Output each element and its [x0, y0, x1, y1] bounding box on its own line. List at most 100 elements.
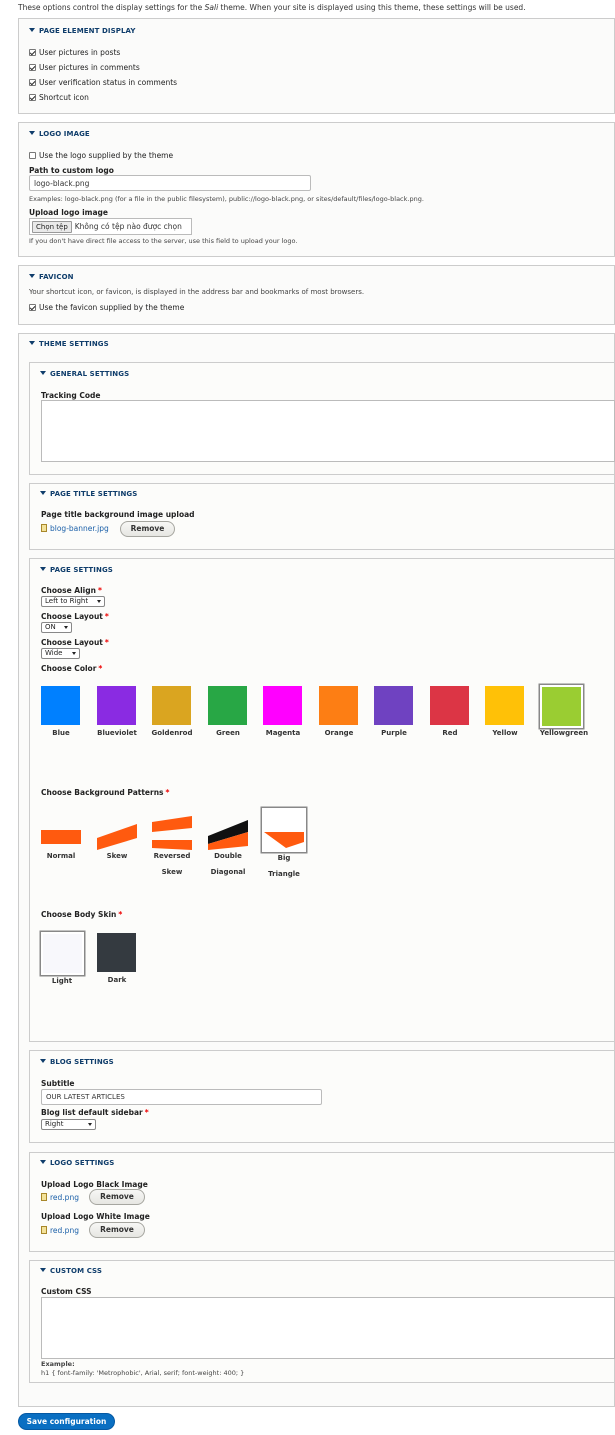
choose-align-label: Choose Align *: [41, 586, 102, 595]
color-swatch-purple[interactable]: [374, 686, 413, 725]
color-caption-yellow: Yellow: [492, 729, 518, 737]
color-swatch-yellow[interactable]: [485, 686, 524, 725]
color-caption-purple: Purple: [381, 729, 407, 737]
subtitle-input[interactable]: OUR LATEST ARTICLES: [41, 1089, 322, 1105]
pattern-reversed-skew[interactable]: [152, 810, 192, 850]
choose-layout-select[interactable]: ON: [41, 622, 72, 633]
upload-logo-label: Upload logo image: [29, 208, 108, 217]
checkbox-user-pictures-comments[interactable]: User pictures in comments: [29, 63, 140, 72]
choose-color-label: Choose Color *: [41, 664, 103, 673]
pattern-double-diagonal[interactable]: [208, 810, 248, 850]
collapse-triangle-icon: [29, 28, 35, 32]
collapse-triangle-icon: [40, 371, 46, 375]
required-marker: *: [118, 910, 123, 919]
color-swatch-magenta[interactable]: [263, 686, 302, 725]
file-icon: [41, 1193, 47, 1201]
collapse-triangle-icon: [29, 341, 35, 345]
skin-caption-light: Light: [51, 977, 73, 985]
theme-name: Sali: [204, 3, 219, 12]
pattern-normal[interactable]: [41, 810, 81, 850]
color-caption-green: Green: [216, 729, 240, 737]
custom-css-label: Custom CSS: [41, 1287, 92, 1296]
checkbox-icon[interactable]: [29, 64, 36, 71]
tracking-code-label: Tracking Code: [41, 391, 101, 400]
logo-image-legend[interactable]: LOGO IMAGE: [29, 130, 90, 138]
logo-path-label: Path to custom logo: [29, 166, 114, 175]
custom-css-textarea[interactable]: [41, 1297, 615, 1359]
favicon-legend[interactable]: FAVICON: [29, 273, 74, 281]
page-title-settings-legend[interactable]: PAGE TITLE SETTINGS: [40, 490, 137, 498]
upload-logo-file-input[interactable]: Chọn tệp Không có tệp nào được chọn: [29, 218, 192, 235]
blog-sidebar-select[interactable]: Right: [41, 1119, 96, 1130]
favicon-description: Your shortcut icon, or favicon, is displ…: [29, 288, 365, 296]
checkbox-use-default-logo[interactable]: Use the logo supplied by the theme: [29, 151, 173, 160]
choose-layout-width-label: Choose Layout *: [41, 638, 109, 647]
skin-swatch-dark[interactable]: [97, 933, 136, 972]
checkbox-icon[interactable]: [29, 79, 36, 86]
required-marker: *: [165, 788, 170, 797]
color-caption-goldenrod: Goldenrod: [151, 729, 193, 737]
choose-layout-label: Choose Layout *: [41, 612, 109, 621]
logo-path-input[interactable]: logo-black.png: [29, 175, 311, 191]
logo-black-file-link[interactable]: red.png: [41, 1193, 79, 1202]
checkbox-icon[interactable]: [29, 152, 36, 159]
collapse-triangle-icon: [40, 491, 46, 495]
color-swatch-blueviolet[interactable]: [97, 686, 136, 725]
choose-align-select[interactable]: Left to Right: [41, 596, 105, 607]
checkbox-icon[interactable]: [29, 49, 36, 56]
custom-css-legend[interactable]: CUSTOM CSS: [40, 1267, 102, 1275]
blog-settings-legend[interactable]: BLOG SETTINGS: [40, 1058, 114, 1066]
logo-white-remove-button[interactable]: Remove: [89, 1222, 145, 1238]
collapse-triangle-icon: [40, 1268, 46, 1272]
logo-white-file-link[interactable]: red.png: [41, 1226, 79, 1235]
choose-patterns-label: Choose Background Patterns *: [41, 788, 170, 797]
logo-settings-legend[interactable]: LOGO SETTINGS: [40, 1159, 114, 1167]
required-marker: *: [97, 586, 102, 595]
upload-logo-help: If you don't have direct file access to …: [29, 237, 298, 245]
pattern-big-triangle[interactable]: [264, 810, 304, 850]
checkbox-shortcut-icon[interactable]: Shortcut icon: [29, 93, 89, 102]
pattern-caption-skew: Skew: [106, 852, 128, 860]
color-swatch-green[interactable]: [208, 686, 247, 725]
color-swatch-orange[interactable]: [319, 686, 358, 725]
color-caption-yellowgreen: Yellowgreen: [539, 729, 589, 737]
save-configuration-button[interactable]: Save configuration: [18, 1413, 115, 1430]
logo-black-label: Upload Logo Black Image: [41, 1180, 148, 1189]
page-title-file-link[interactable]: blog-banner.jpg: [41, 524, 109, 533]
pattern-caption-double-diagonal: Double Diagonal: [210, 852, 246, 876]
collapse-triangle-icon: [29, 274, 35, 278]
color-swatch-red[interactable]: [430, 686, 469, 725]
color-swatch-yellowgreen[interactable]: [542, 687, 581, 726]
color-swatch-goldenrod[interactable]: [152, 686, 191, 725]
color-caption-blueviolet: Blueviolet: [97, 729, 137, 737]
no-file-chosen-text: Không có tệp nào được chọn: [74, 222, 182, 231]
logo-black-remove-button[interactable]: Remove: [89, 1189, 145, 1205]
page-title-remove-button[interactable]: Remove: [120, 521, 175, 537]
page-settings-legend[interactable]: PAGE SETTINGS: [40, 566, 113, 574]
checkbox-use-default-favicon[interactable]: Use the favicon supplied by the theme: [29, 303, 184, 312]
blog-sidebar-label: Blog list default sidebar *: [41, 1108, 149, 1117]
required-marker: *: [104, 638, 109, 647]
checkbox-user-pictures-posts[interactable]: User pictures in posts: [29, 48, 120, 57]
logo-path-examples: Examples: logo-black.png (for a file in …: [29, 195, 424, 203]
pattern-caption-big-triangle: Big Triangle: [268, 854, 300, 878]
choose-body-skin-label: Choose Body Skin *: [41, 910, 123, 919]
choose-file-button[interactable]: Chọn tệp: [32, 220, 72, 233]
general-settings-legend[interactable]: GENERAL SETTINGS: [40, 370, 129, 378]
color-caption-blue: Blue: [52, 729, 70, 737]
collapse-triangle-icon: [29, 131, 35, 135]
checkbox-icon[interactable]: [29, 94, 36, 101]
collapse-triangle-icon: [40, 567, 46, 571]
tracking-code-textarea[interactable]: [41, 400, 615, 462]
custom-css-example-label: Example:: [41, 1360, 75, 1368]
checkbox-icon[interactable]: [29, 304, 36, 311]
checkbox-user-verification[interactable]: User verification status in comments: [29, 78, 177, 87]
skin-swatch-light[interactable]: [43, 934, 82, 973]
page-element-display-legend[interactable]: PAGE ELEMENT DISPLAY: [29, 27, 136, 35]
theme-settings-legend[interactable]: THEME SETTINGS: [29, 340, 109, 348]
color-swatch-blue[interactable]: [41, 686, 80, 725]
choose-layout-width-select[interactable]: Wide: [41, 648, 80, 659]
pattern-skew[interactable]: [97, 810, 137, 850]
intro-text: These options control the display settin…: [18, 3, 526, 12]
page-title-upload-label: Page title background image upload: [41, 510, 195, 519]
